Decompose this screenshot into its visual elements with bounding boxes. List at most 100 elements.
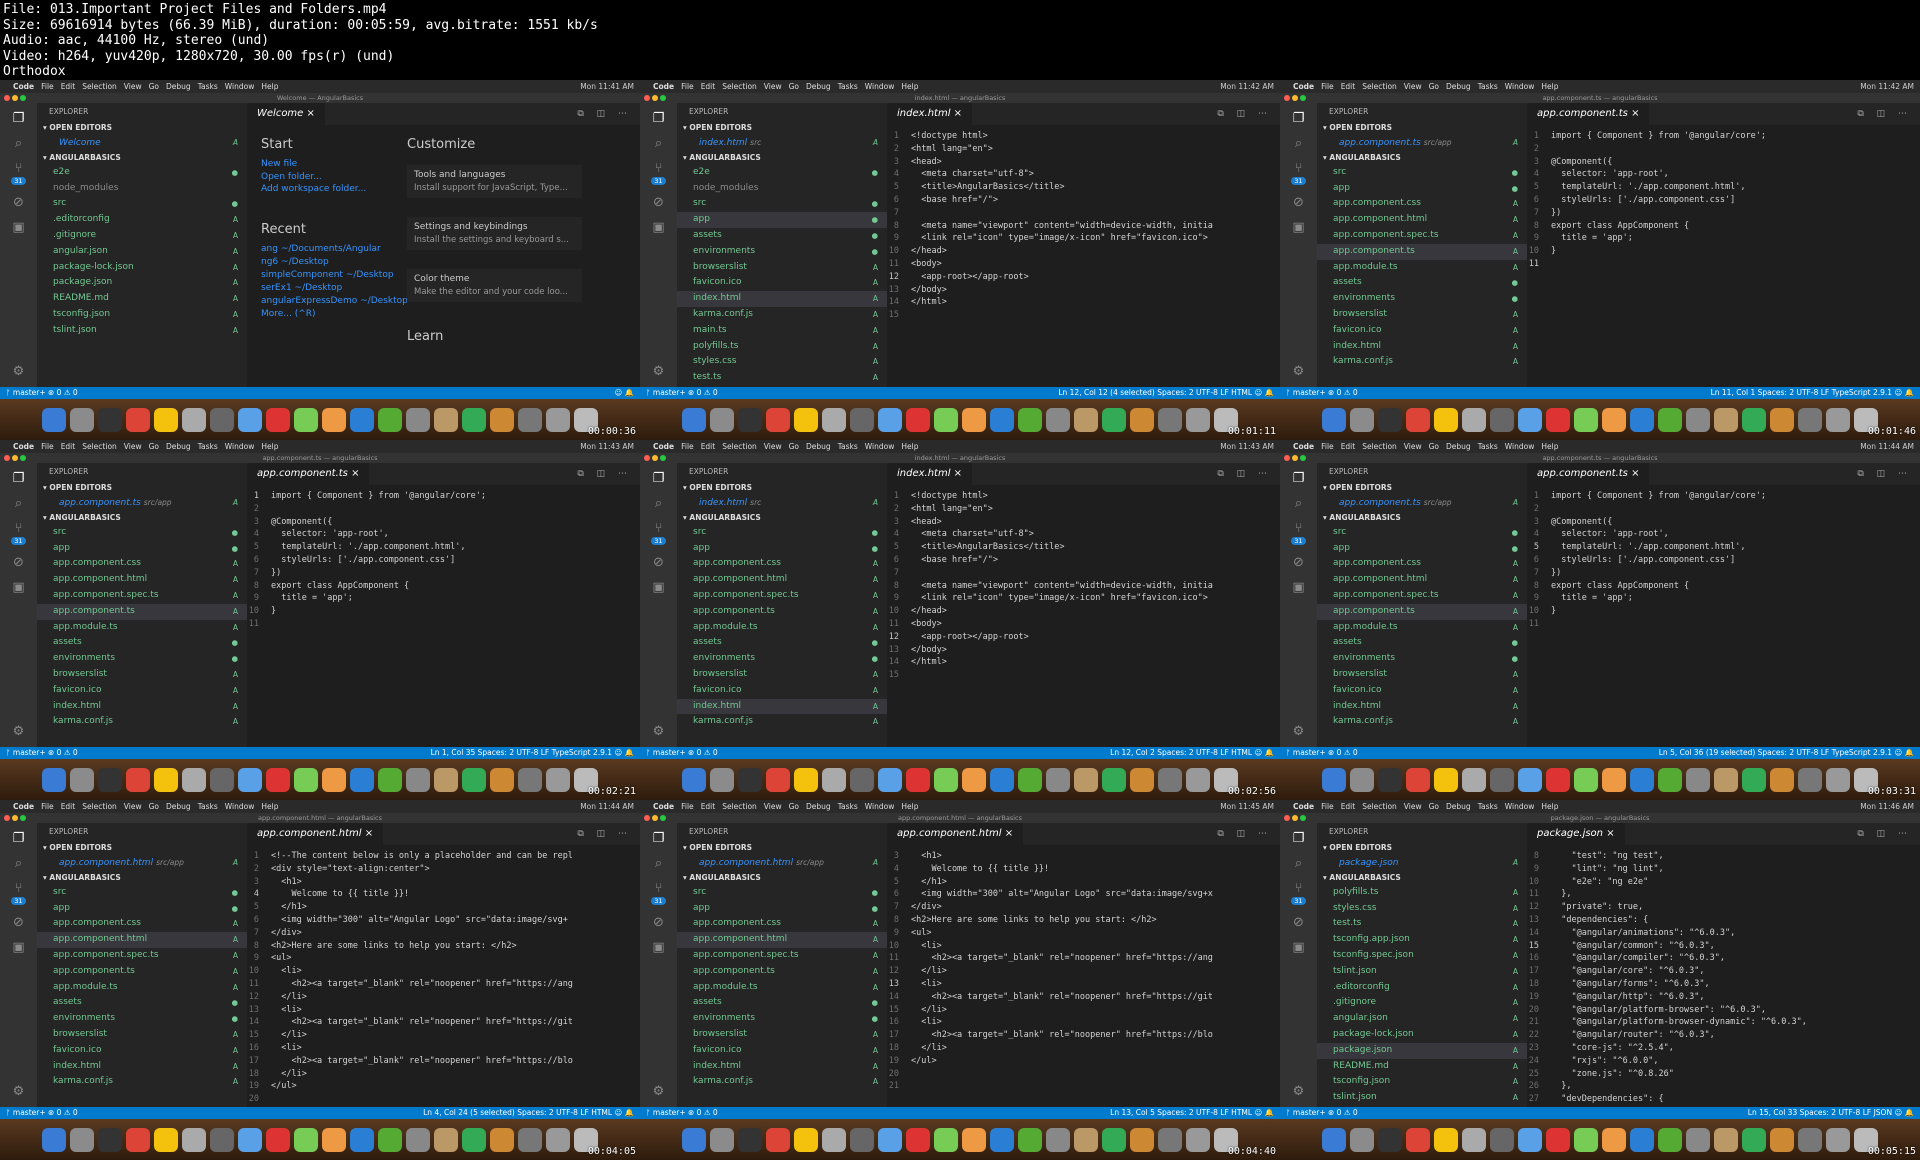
menu-selection[interactable]: Selection [722, 802, 757, 811]
dock-app-icon[interactable] [210, 1127, 234, 1152]
menu-debug[interactable]: Debug [1446, 442, 1471, 451]
editor-tab[interactable]: app.component.html × [887, 823, 1024, 845]
file-tree-item[interactable]: app.module.ts A [677, 980, 887, 996]
dock-app-icon[interactable] [934, 767, 958, 792]
dock-app-icon[interactable] [990, 767, 1014, 792]
dock-app-icon[interactable] [766, 767, 790, 792]
menu-help[interactable]: Help [261, 442, 278, 451]
customize-card[interactable]: Color theme Make the editor and your code… [407, 269, 582, 302]
file-tree-item[interactable]: test.ts A [1317, 916, 1527, 932]
close-tab-icon[interactable]: × [951, 108, 962, 119]
open-editor-item[interactable]: app.component.ts src/app A [1317, 135, 1527, 151]
file-tree-item[interactable]: app.module.ts A [677, 620, 887, 636]
menu-help[interactable]: Help [901, 442, 918, 451]
zoom-window-button[interactable] [660, 455, 666, 461]
dock-app-icon[interactable] [518, 407, 542, 432]
menu-selection[interactable]: Selection [82, 442, 117, 451]
file-tree-item[interactable]: e2e ● [37, 165, 247, 181]
file-tree-item[interactable]: favicon.ico A [37, 683, 247, 699]
file-tree-item[interactable]: tsconfig.json A [37, 307, 247, 323]
file-tree-item[interactable]: angular.json A [37, 244, 247, 260]
dock-app-icon[interactable] [70, 767, 94, 792]
dock-app-icon[interactable] [1602, 1127, 1626, 1152]
file-tree-item[interactable]: karma.conf.js A [37, 1074, 247, 1090]
file-tree-item[interactable]: index.html A [37, 699, 247, 715]
close-window-button[interactable] [1284, 815, 1290, 821]
file-tree-item[interactable]: tsconfig.app.json A [1317, 932, 1527, 948]
dock-app-icon[interactable] [1158, 407, 1182, 432]
dock-app-icon[interactable] [1826, 407, 1850, 432]
file-tree-item[interactable]: app.component.css A [677, 556, 887, 572]
menu-file[interactable]: File [41, 442, 54, 451]
file-tree-item[interactable]: README.md A [37, 291, 247, 307]
dock-app-icon[interactable] [1046, 767, 1070, 792]
source-control-icon[interactable]: ⑂ [15, 161, 23, 176]
dock-app-icon[interactable] [1602, 767, 1626, 792]
dock-app-icon[interactable] [70, 407, 94, 432]
branch-status[interactable]: ᚠ master+ ⊗ 0 ⚠ 0 [646, 388, 718, 397]
code-editor[interactable]: 1 import { Component } from '@angular/cor… [247, 485, 640, 631]
open-editor-item[interactable]: app.component.ts src/app A [37, 495, 247, 511]
close-tab-icon[interactable]: × [362, 828, 373, 839]
gear-icon[interactable]: ⚙ [13, 1084, 25, 1099]
dock-app-icon[interactable] [1770, 1127, 1794, 1152]
dock-app-icon[interactable] [1046, 407, 1070, 432]
dock-app-icon[interactable] [1658, 767, 1682, 792]
dock-app-icon[interactable] [878, 767, 902, 792]
file-tree-item[interactable]: browserslist A [37, 667, 247, 683]
dock-app-icon[interactable] [1158, 767, 1182, 792]
file-tree-item[interactable]: karma.conf.js A [677, 307, 887, 323]
debug-icon[interactable]: ⊘ [1293, 555, 1304, 570]
dock-app-icon[interactable] [98, 767, 122, 792]
file-tree-item[interactable]: app ● [37, 541, 247, 557]
zoom-window-button[interactable] [20, 95, 26, 101]
dock-app-icon[interactable] [962, 767, 986, 792]
dock-app-icon[interactable] [710, 1127, 734, 1152]
dock-app-icon[interactable] [490, 407, 514, 432]
dock-app-icon[interactable] [1406, 407, 1430, 432]
dock-app-icon[interactable] [1798, 767, 1822, 792]
extensions-icon[interactable]: ▣ [652, 580, 664, 595]
dock-app-icon[interactable] [182, 1127, 206, 1152]
close-tab-icon[interactable]: × [1002, 828, 1013, 839]
open-editors-header[interactable]: ▾ OPEN EDITORS [677, 841, 887, 855]
menu-go[interactable]: Go [149, 82, 159, 91]
file-tree-item[interactable]: environments ● [37, 651, 247, 667]
file-tree-item[interactable]: browserslist A [37, 1027, 247, 1043]
menu-code[interactable]: Code [1293, 802, 1314, 811]
dock-app-icon[interactable] [350, 407, 374, 432]
menu-debug[interactable]: Debug [1446, 82, 1471, 91]
menu-help[interactable]: Help [1541, 802, 1558, 811]
minimize-window-button[interactable] [1292, 455, 1298, 461]
zoom-window-button[interactable] [20, 815, 26, 821]
menu-window[interactable]: Window [225, 802, 255, 811]
code-editor[interactable]: 1 import { Component } from '@angular/cor… [1527, 125, 1920, 271]
dock-app-icon[interactable] [1742, 1127, 1766, 1152]
branch-status[interactable]: ᚠ master+ ⊗ 0 ⚠ 0 [6, 388, 78, 397]
menu-code[interactable]: Code [13, 82, 34, 91]
menu-code[interactable]: Code [653, 442, 674, 451]
menu-edit[interactable]: Edit [701, 82, 716, 91]
dock-app-icon[interactable] [1574, 1127, 1598, 1152]
dock-app-icon[interactable] [1130, 1127, 1154, 1152]
file-tree-item[interactable]: karma.conf.js A [37, 714, 247, 730]
dock-app-icon[interactable] [1322, 767, 1346, 792]
dock-app-icon[interactable] [434, 407, 458, 432]
menu-help[interactable]: Help [1541, 442, 1558, 451]
file-tree-item[interactable]: favicon.ico A [37, 1043, 247, 1059]
debug-icon[interactable]: ⊘ [653, 555, 664, 570]
open-editors-header[interactable]: ▾ OPEN EDITORS [1317, 481, 1527, 495]
menu-debug[interactable]: Debug [166, 802, 191, 811]
smiley-icon[interactable]: ☺ 🔔 [1892, 1108, 1914, 1117]
dock-app-icon[interactable] [1574, 407, 1598, 432]
minimize-window-button[interactable] [12, 815, 18, 821]
customize-card[interactable]: Settings and keybindings Install the sett… [407, 217, 582, 250]
dock-app-icon[interactable] [738, 767, 762, 792]
source-control-icon[interactable]: ⑂ [1295, 521, 1303, 536]
file-tree-item[interactable]: index.html A [1317, 339, 1527, 355]
dock-app-icon[interactable] [462, 767, 486, 792]
file-tree-item[interactable]: favicon.ico A [677, 275, 887, 291]
zoom-window-button[interactable] [1300, 815, 1306, 821]
editor-tab[interactable]: package.json × [1527, 823, 1625, 845]
gear-icon[interactable]: ⚙ [653, 364, 665, 379]
